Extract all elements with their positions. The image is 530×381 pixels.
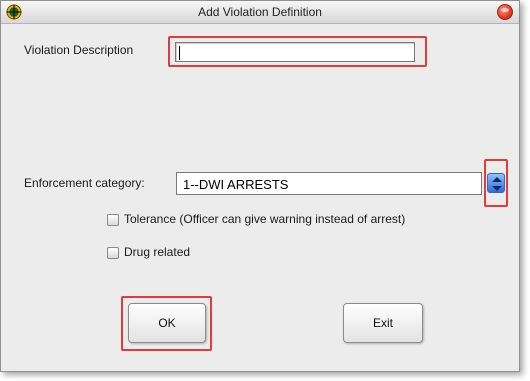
description-label: Violation Description xyxy=(24,43,134,57)
dialog-window: Add Violation Definition Violation Descr… xyxy=(0,0,520,372)
category-spin-button[interactable] xyxy=(487,173,505,193)
updown-arrow-icon xyxy=(492,177,502,191)
tolerance-label: Tolerance (Officer can give warning inst… xyxy=(124,212,406,226)
drug-related-label: Drug related xyxy=(124,245,191,259)
category-select[interactable]: 1--DWI ARRESTS xyxy=(176,172,482,195)
category-label: Enforcement category: xyxy=(24,176,145,190)
ok-button[interactable]: OK xyxy=(128,303,206,343)
title-bar[interactable]: Add Violation Definition xyxy=(1,1,519,24)
close-icon[interactable] xyxy=(497,4,513,20)
tolerance-checkbox[interactable] xyxy=(107,214,119,226)
text-caret xyxy=(179,46,180,60)
description-input[interactable] xyxy=(175,42,415,62)
exit-button[interactable]: Exit xyxy=(343,303,423,343)
drug-related-checkbox[interactable] xyxy=(107,247,119,259)
window-title: Add Violation Definition xyxy=(198,5,322,19)
